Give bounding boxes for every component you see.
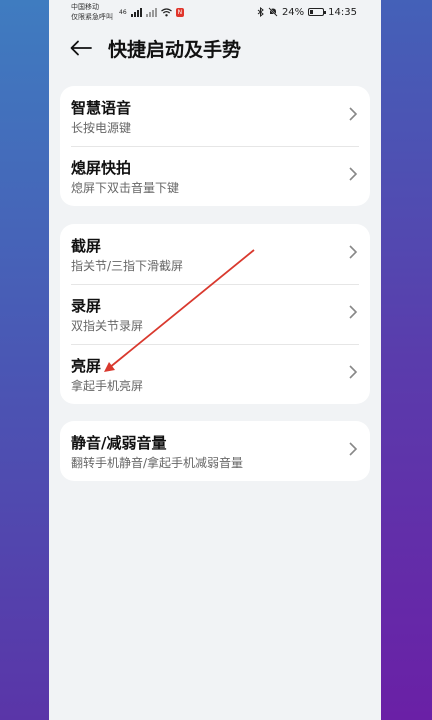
bluetooth-icon [257,7,264,17]
background-right [381,0,432,720]
setting-item-title: 智慧语音 [71,99,132,117]
status-right: 24% 14:35 [257,7,357,18]
battery-icon [308,8,327,16]
wifi-icon [160,7,172,16]
page-title: 快捷启动及手势 [108,38,242,61]
carrier-status: 仅限紧急呼叫 [71,13,113,21]
carrier-info: 中国移动 仅限紧急呼叫 [71,2,113,22]
arrow-left-icon [70,40,92,56]
setting-item-screen-off-snapshot[interactable]: 熄屏快拍 熄屏下双击音量下键 [60,146,370,206]
setting-item-subtitle: 翻转手机静音/拿起手机减弱音量 [71,456,244,470]
app-notification-icon: ꓠ [175,7,185,17]
chevron-right-icon [349,305,358,319]
settings-card-mute: 静音/减弱音量 翻转手机静音/拿起手机减弱音量 [60,421,370,481]
back-button[interactable] [66,33,96,63]
setting-item-title: 截屏 [71,237,102,255]
phone-screen: 中国移动 仅限紧急呼叫 46 ꓠ 24% 14:35 快捷启动及手势 智慧语音 … [49,0,381,720]
settings-card-gestures: 截屏 指关节/三指下滑截屏 录屏 双指关节录屏 亮屏 拿起手机亮屏 [60,224,370,404]
settings-card-voice-camera: 智慧语音 长按电源键 熄屏快拍 熄屏下双击音量下键 [60,86,370,206]
setting-item-subtitle: 双指关节录屏 [71,319,144,333]
setting-item-title: 静音/减弱音量 [71,434,167,452]
chevron-right-icon [349,107,358,121]
setting-item-subtitle: 熄屏下双击音量下键 [71,181,180,195]
setting-item-screen-record[interactable]: 录屏 双指关节录屏 [60,284,370,344]
setting-item-title: 录屏 [71,297,102,315]
mute-bell-icon [268,7,278,17]
setting-item-smart-voice[interactable]: 智慧语音 长按电源键 [60,86,370,146]
chevron-right-icon [349,442,358,456]
network-type: 46 [119,8,127,16]
setting-item-title: 熄屏快拍 [71,159,132,177]
page-header: 快捷启动及手势 [49,30,381,66]
setting-item-title: 亮屏 [71,357,102,375]
chevron-right-icon [349,167,358,181]
background-left [0,0,49,720]
signal-2-icon [145,7,157,17]
clock: 14:35 [328,6,357,18]
setting-item-subtitle: 拿起手机亮屏 [71,379,144,393]
battery-percent: 24% [281,6,305,18]
chevron-right-icon [349,365,358,379]
setting-item-screenshot[interactable]: 截屏 指关节/三指下滑截屏 [60,224,370,284]
signal-indicators: 46 ꓠ [119,7,257,17]
setting-item-subtitle: 长按电源键 [71,121,132,135]
setting-item-mute-reduce-volume[interactable]: 静音/减弱音量 翻转手机静音/拿起手机减弱音量 [60,421,370,481]
setting-item-wake-screen[interactable]: 亮屏 拿起手机亮屏 [60,344,370,404]
setting-item-subtitle: 指关节/三指下滑截屏 [71,259,184,273]
signal-icon [130,7,142,17]
carrier-name: 中国移动 [71,3,99,11]
status-bar: 中国移动 仅限紧急呼叫 46 ꓠ 24% 14:35 [49,0,381,24]
chevron-right-icon [349,245,358,259]
